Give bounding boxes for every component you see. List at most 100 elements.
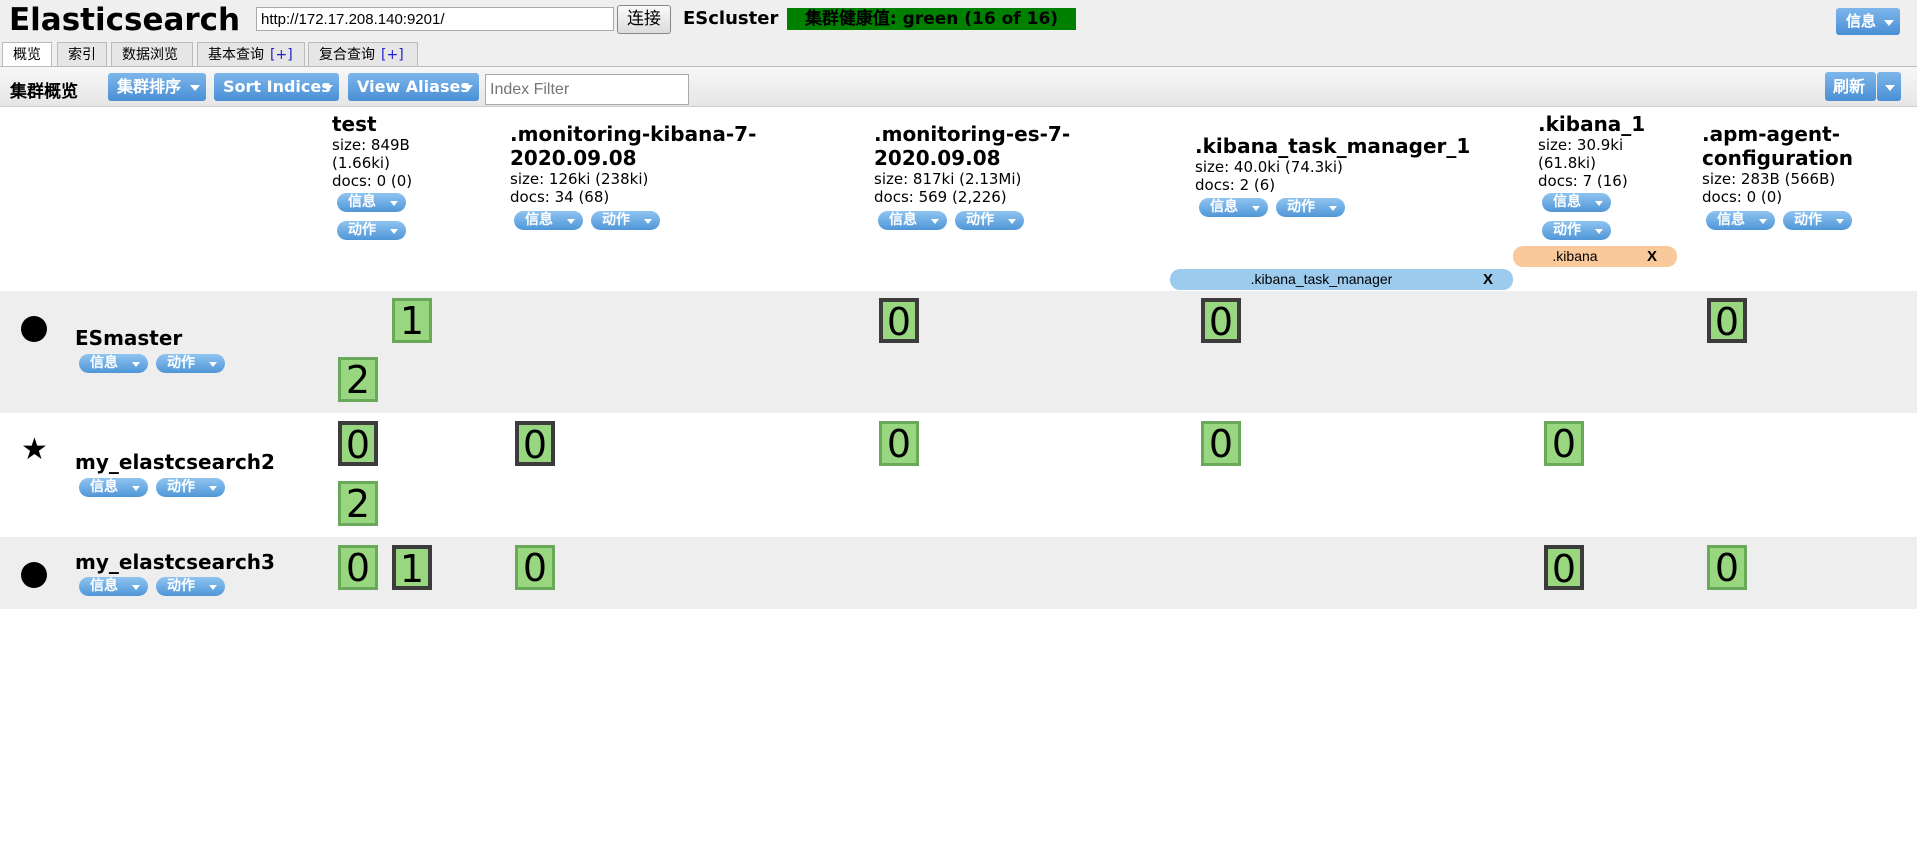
index-action-button[interactable]: 动作 <box>1542 221 1611 240</box>
star-icon: ★ <box>21 433 48 466</box>
chevron-down-icon <box>209 486 217 491</box>
app-header: Elasticsearch 连接 EScluster 集群健康值: green … <box>0 0 1917 67</box>
master-node-icon <box>21 316 47 342</box>
chevron-down-icon <box>209 585 217 590</box>
index-name: .kibana_1 <box>1538 112 1646 136</box>
index-name: .apm-agent- <box>1702 122 1841 146</box>
chevron-down-icon <box>323 85 333 91</box>
info-label: 信息 <box>1717 212 1745 228</box>
index-info-button[interactable]: 信息 <box>337 193 406 212</box>
view-aliases-button[interactable]: View Aliases <box>348 73 479 101</box>
tab-overview[interactable]: 概览 <box>2 42 52 67</box>
chevron-down-icon <box>644 219 652 224</box>
index-name-line2: 2020.09.08 <box>510 146 637 170</box>
refresh-group: 刷新 <box>1825 72 1901 101</box>
header-info-label: 信息 <box>1846 12 1877 30</box>
index-action-button[interactable]: 动作 <box>591 211 660 230</box>
shard-primary[interactable]: 0 <box>1707 298 1747 343</box>
header-info-button[interactable]: 信息 <box>1836 8 1900 35</box>
tab-basic-query-add[interactable]: [+] <box>270 47 293 63</box>
chevron-down-icon <box>132 486 140 491</box>
index-info-button[interactable]: 信息 <box>1706 211 1775 230</box>
chevron-down-icon <box>390 201 398 206</box>
node-info-button[interactable]: 信息 <box>79 354 148 373</box>
index-info-button[interactable]: 信息 <box>1542 193 1611 212</box>
index-name: test <box>332 112 377 136</box>
node-action-button[interactable]: 动作 <box>156 478 225 497</box>
shard-primary[interactable]: 0 <box>879 298 919 343</box>
index-size-total: (1.66ki) <box>332 154 390 172</box>
chevron-down-icon <box>190 85 200 91</box>
overview-toolbar: 集群概览 集群排序 Sort Indices View Aliases 刷新 <box>0 66 1917 107</box>
shard-primary[interactable]: 0 <box>515 421 555 466</box>
tab-browser[interactable]: 数据浏览 <box>111 42 193 66</box>
tab-browser-label: 数据浏览 <box>122 47 178 63</box>
connect-button[interactable]: 连接 <box>617 5 671 34</box>
shard-replica[interactable]: 1 <box>392 298 432 343</box>
sort-cluster-button[interactable]: 集群排序 <box>108 73 206 101</box>
alias-kibana-task-manager[interactable]: .kibana_task_manager X <box>1170 269 1513 290</box>
index-monitoring-es: .monitoring-es-7- 2020.09.08 size: 817ki… <box>874 122 1174 206</box>
node-info-button[interactable]: 信息 <box>79 577 148 596</box>
index-info-button[interactable]: 信息 <box>1199 198 1268 217</box>
tab-indices[interactable]: 索引 <box>57 42 107 66</box>
shard-primary[interactable]: 1 <box>392 545 432 590</box>
shard-primary[interactable]: 0 <box>1201 298 1241 343</box>
tab-compound-query[interactable]: 复合查询 [+] <box>308 42 418 66</box>
app-title: Elasticsearch <box>9 2 241 38</box>
index-info-button[interactable]: 信息 <box>878 211 947 230</box>
tab-indices-label: 索引 <box>68 47 96 63</box>
index-docs: docs: 7 (16) <box>1538 172 1628 190</box>
chevron-down-icon <box>1884 19 1894 26</box>
shard-replica[interactable]: 0 <box>1707 545 1747 590</box>
shard-primary[interactable]: 0 <box>338 421 378 466</box>
info-label: 信息 <box>90 578 118 594</box>
node-row-esmaster: ESmaster 信息 动作 1 2 0 0 0 <box>0 291 1917 413</box>
shard-replica[interactable]: 0 <box>1201 421 1241 466</box>
index-action-button[interactable]: 动作 <box>1783 211 1852 230</box>
tab-basic-query-label: 基本查询 <box>208 47 264 63</box>
sort-cluster-label: 集群排序 <box>117 77 182 96</box>
close-icon[interactable]: X <box>1483 269 1493 290</box>
shard-replica[interactable]: 0 <box>879 421 919 466</box>
index-kibana-task-manager: .kibana_task_manager_1 size: 40.0ki (74.… <box>1195 134 1515 194</box>
action-label: 动作 <box>1287 199 1315 215</box>
index-test: test size: 849B (1.66ki) docs: 0 (0) <box>332 112 502 190</box>
sort-indices-button[interactable]: Sort Indices <box>214 73 339 101</box>
index-size: size: 30.9ki <box>1538 136 1624 154</box>
info-label: 信息 <box>1553 194 1581 210</box>
node-action-button[interactable]: 动作 <box>156 354 225 373</box>
chevron-down-icon <box>463 85 473 91</box>
cluster-url-input[interactable] <box>256 7 614 31</box>
info-label: 信息 <box>90 479 118 495</box>
close-icon[interactable]: X <box>1647 246 1657 267</box>
index-size: size: 849B <box>332 136 410 154</box>
shard-replica[interactable]: 2 <box>338 357 378 402</box>
alias-kibana[interactable]: .kibana X <box>1513 246 1677 267</box>
index-filter-input[interactable] <box>485 74 689 105</box>
node-action-button[interactable]: 动作 <box>156 577 225 596</box>
refresh-interval-dropdown[interactable] <box>1877 72 1901 101</box>
shard-replica[interactable]: 0 <box>338 545 378 590</box>
index-size: size: 817ki (2.13Mi) <box>874 170 1022 188</box>
index-size: size: 283B (566B) <box>1702 170 1836 188</box>
index-action-button[interactable]: 动作 <box>337 221 406 240</box>
index-action-button[interactable]: 动作 <box>1276 198 1345 217</box>
sort-indices-label: Sort Indices <box>223 77 331 96</box>
shard-primary[interactable]: 0 <box>1544 545 1584 590</box>
index-size-total: (61.8ki) <box>1538 154 1596 172</box>
action-label: 动作 <box>1794 212 1822 228</box>
index-action-button[interactable]: 动作 <box>955 211 1024 230</box>
shard-replica[interactable]: 0 <box>1544 421 1584 466</box>
index-info-button[interactable]: 信息 <box>514 211 583 230</box>
tab-basic-query[interactable]: 基本查询 [+] <box>197 42 305 66</box>
shard-replica[interactable]: 2 <box>338 481 378 526</box>
index-name-line2: configuration <box>1702 146 1853 170</box>
refresh-button[interactable]: 刷新 <box>1825 72 1876 101</box>
chevron-down-icon <box>132 362 140 367</box>
tab-overview-label: 概览 <box>13 47 41 63</box>
chevron-down-icon <box>931 219 939 224</box>
shard-replica[interactable]: 0 <box>515 545 555 590</box>
tab-compound-query-add[interactable]: [+] <box>381 47 404 63</box>
node-info-button[interactable]: 信息 <box>79 478 148 497</box>
